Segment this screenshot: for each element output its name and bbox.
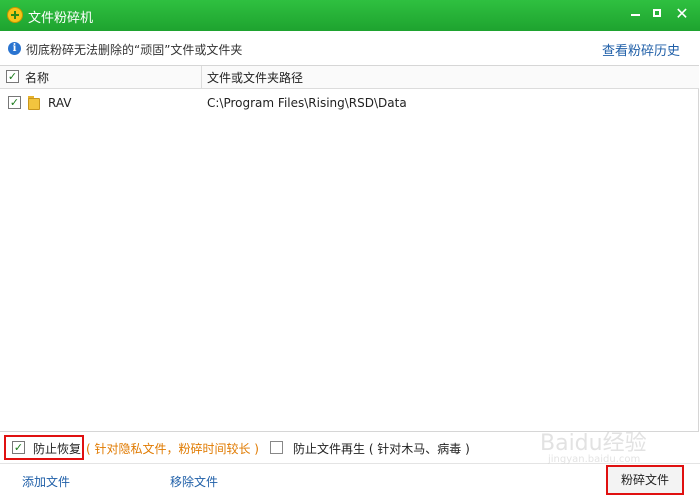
info-bar: i 彻底粉碎无法删除的“顽固”文件或文件夹 查看粉碎历史 [0,31,700,65]
view-history-link[interactable]: 查看粉碎历史 [602,40,680,59]
add-file-button[interactable]: 添加文件 [22,473,70,490]
folder-icon [28,96,40,110]
column-header-name[interactable]: 名称 [25,69,49,86]
minimize-icon[interactable] [626,4,646,24]
info-icon: i [8,42,21,55]
select-all-checkbox[interactable]: ✓ [6,70,19,83]
maximize-icon[interactable] [648,4,668,24]
window-title: 文件粉碎机 [28,11,94,26]
prevent-recovery-checkbox[interactable]: ✓ [12,441,25,454]
shred-file-button[interactable]: 粉碎文件 [606,465,684,495]
info-text: 彻底粉碎无法删除的“顽固”文件或文件夹 [26,43,243,57]
row-name: RAV [48,96,72,110]
prevent-recovery-label[interactable]: 防止恢复 [33,440,81,457]
row-checkbox[interactable]: ✓ [8,96,21,109]
prevent-regen-label[interactable]: 防止文件再生 ( 针对木马、病毒 ) [293,440,470,457]
close-icon[interactable]: ✕ [672,4,692,24]
list-header: ✓ 名称 文件或文件夹路径 [0,66,699,89]
column-divider[interactable] [201,66,202,88]
prevent-recovery-note: ( 针对隐私文件，粉碎时间较长 ) [86,442,259,456]
watermark: Baidu经验 [540,431,647,456]
column-header-path[interactable]: 文件或文件夹路径 [207,69,303,86]
table-row[interactable]: ✓ RAV C:\Program Files\Rising\RSD\Data [0,93,699,113]
title-bar: 文件粉碎机 ✕ [0,0,700,31]
remove-file-button[interactable]: 移除文件 [170,473,218,490]
watermark-sub: jingyan.baidu.com [548,454,641,465]
app-logo-icon [7,7,23,23]
prevent-regen-checkbox[interactable] [270,441,283,454]
file-list: ✓ 名称 文件或文件夹路径 ✓ RAV C:\Program Files\Ris… [0,65,699,432]
row-path: C:\Program Files\Rising\RSD\Data [207,96,407,110]
